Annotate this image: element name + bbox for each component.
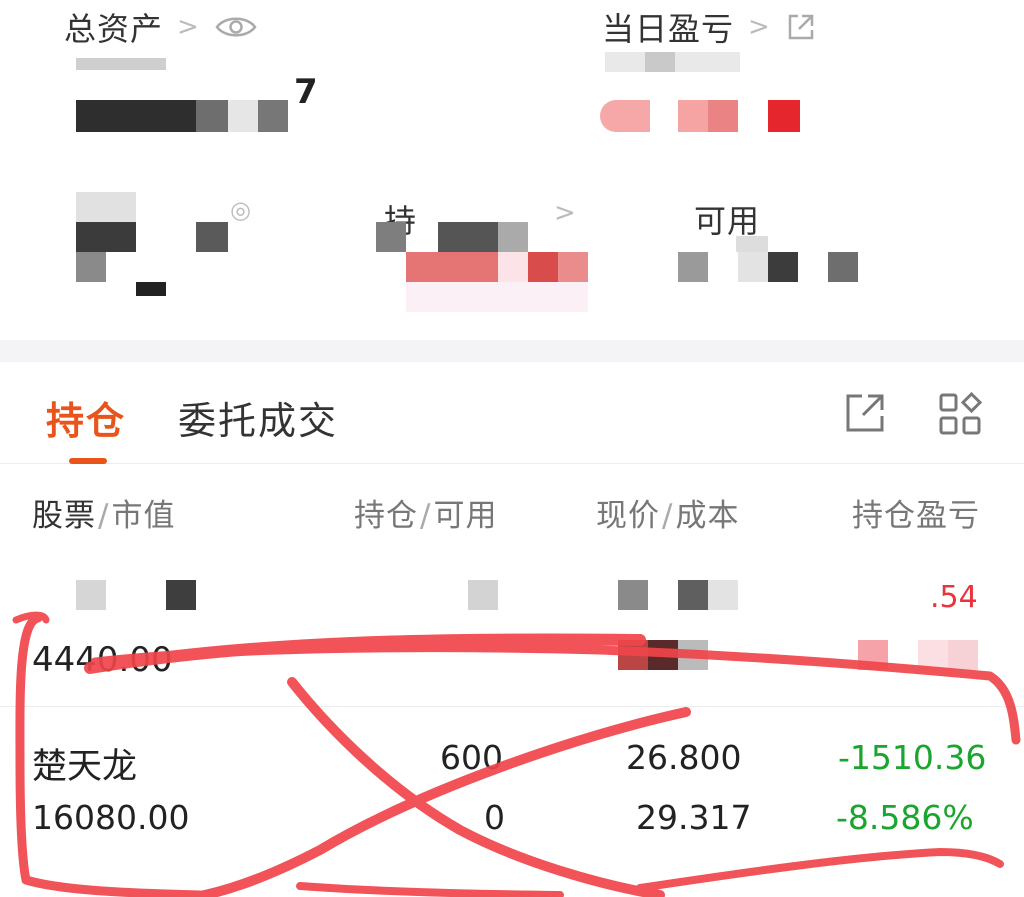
- total-assets-value-fragment: 7: [294, 72, 318, 112]
- redacted-mask: [498, 252, 528, 282]
- redacted-mask: [228, 100, 258, 132]
- market-value: 4440.00: [32, 640, 173, 680]
- section-divider: [0, 340, 1024, 362]
- stock-name: 楚天龙: [32, 747, 138, 787]
- redacted-mask: [708, 580, 738, 610]
- redacted-mask: [600, 100, 650, 132]
- header-position-available[interactable]: 持仓/可用: [354, 490, 497, 535]
- daily-pnl-header[interactable]: 当日盈亏 >: [602, 4, 816, 50]
- grid-icon[interactable]: [938, 392, 982, 436]
- redacted-mask: [678, 580, 708, 610]
- header-secondary: 成本: [675, 498, 740, 534]
- header-primary: 持仓: [354, 498, 418, 534]
- market-value: 16080.00: [32, 798, 190, 837]
- redacted-mask: [76, 252, 106, 282]
- redacted-mask: [136, 282, 166, 296]
- tab-orders-trades[interactable]: 委托成交: [178, 390, 338, 445]
- redacted-mask: [498, 222, 528, 252]
- redacted-mask: [76, 100, 196, 132]
- header-secondary: 可用: [433, 498, 498, 534]
- total-assets-header[interactable]: 总资产 >: [64, 4, 257, 50]
- tab-holdings[interactable]: 持仓: [46, 390, 126, 445]
- redacted-mask: [736, 236, 768, 252]
- redacted-mask: [678, 640, 708, 670]
- eye-icon[interactable]: [215, 13, 257, 41]
- redacted-mask: [406, 252, 498, 282]
- header-price-cost[interactable]: 现价/成本: [596, 490, 739, 535]
- pnl-percent: -8.586%: [836, 798, 974, 837]
- daily-pnl-label: 当日盈亏: [602, 10, 735, 48]
- current-price: 26.800: [626, 738, 742, 777]
- redacted-mask: [948, 640, 978, 670]
- row-divider: [0, 706, 1024, 707]
- redacted-mask: [618, 640, 648, 670]
- header-primary: 股票: [32, 498, 96, 534]
- redacted-mask: [76, 580, 106, 610]
- cost-price: 29.317: [636, 798, 752, 837]
- total-assets-label: 总资产: [64, 10, 164, 48]
- redacted-mask: [406, 282, 588, 312]
- redacted-mask: [768, 100, 800, 132]
- redacted-mask: [678, 252, 708, 282]
- redacted-mask: [918, 640, 948, 670]
- redacted-mask: [828, 252, 858, 282]
- redacted-mask: [708, 100, 738, 132]
- redacted-mask: [376, 222, 406, 252]
- redacted-mask: [196, 222, 228, 252]
- redacted-mask: [645, 52, 675, 72]
- redacted-mask: [258, 100, 288, 132]
- redacted-mask: [528, 252, 558, 282]
- external-link-icon[interactable]: [786, 12, 816, 42]
- header-secondary: 市值: [111, 498, 176, 534]
- redacted-mask: [738, 252, 768, 282]
- pnl-value: -1510.36: [838, 738, 987, 777]
- header-separator: /: [420, 498, 432, 534]
- header-primary: 持仓盈亏: [852, 498, 980, 534]
- redacted-mask: [618, 580, 648, 610]
- redacted-mask: [76, 222, 136, 252]
- redacted-mask: [768, 252, 798, 282]
- pnl-value: .54: [930, 580, 978, 615]
- redacted-mask: [196, 100, 228, 132]
- available-qty: 0: [484, 798, 505, 837]
- redacted-mask: [468, 580, 498, 610]
- redacted-mask: [648, 640, 678, 670]
- redacted-mask: [76, 192, 136, 224]
- header-primary: 现价: [596, 498, 660, 534]
- redacted-mask: [558, 252, 588, 282]
- account-summary: 总资产 > 7 当日盈亏 > ◎ 持 > 可用: [0, 0, 1024, 345]
- eye-icon[interactable]: ◎: [230, 196, 251, 224]
- chevron-right-icon: >: [177, 12, 199, 42]
- header-separator: /: [662, 498, 674, 534]
- share-icon[interactable]: [844, 392, 886, 434]
- redacted-mask: [438, 222, 498, 252]
- redacted-mask: [678, 100, 708, 132]
- chevron-right-icon: >: [554, 198, 576, 228]
- header-separator: /: [98, 498, 110, 534]
- header-stock-market-value[interactable]: 股票/市值: [32, 490, 175, 535]
- redacted-mask: [76, 58, 166, 70]
- redacted-mask: [166, 580, 196, 610]
- redacted-mask: [858, 640, 888, 670]
- holdings-table-header: 股票/市值 持仓/可用 现价/成本 持仓盈亏: [0, 464, 1024, 554]
- chevron-right-icon: >: [748, 12, 770, 42]
- position-qty: 600: [440, 738, 503, 777]
- tab-bar: 持仓 委托成交: [0, 362, 1024, 464]
- header-holding-pnl[interactable]: 持仓盈亏: [852, 490, 1002, 535]
